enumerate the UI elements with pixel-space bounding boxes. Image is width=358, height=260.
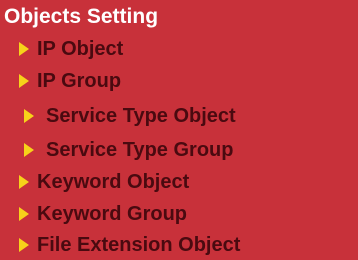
objects-setting-panel: Objects Setting IP Object IP Group Servi… <box>0 0 358 260</box>
right-arrow-icon <box>19 207 29 221</box>
menu-item-service-type-object[interactable]: Service Type Object <box>24 101 236 131</box>
right-arrow-icon <box>24 109 34 123</box>
menu-item-label: Keyword Object <box>37 171 190 193</box>
menu-item-keyword-group[interactable]: Keyword Group <box>19 199 187 229</box>
menu-item-label: Service Type Object <box>46 105 236 127</box>
right-arrow-icon <box>24 143 34 157</box>
menu-item-service-type-group[interactable]: Service Type Group <box>24 135 233 165</box>
panel-title: Objects Setting <box>4 5 159 28</box>
menu-item-keyword-object[interactable]: Keyword Object <box>19 167 189 197</box>
right-arrow-icon <box>19 238 29 252</box>
menu-item-label: Keyword Group <box>37 203 188 225</box>
right-arrow-icon <box>19 42 29 56</box>
menu-item-label: Service Type Group <box>46 139 234 161</box>
menu-item-ip-object[interactable]: IP Object <box>19 34 123 64</box>
menu-item-ip-group[interactable]: IP Group <box>19 66 121 96</box>
menu-item-label: IP Group <box>37 70 122 92</box>
right-arrow-icon <box>19 175 29 189</box>
menu-item-label: IP Object <box>37 38 124 60</box>
right-arrow-icon <box>19 74 29 88</box>
menu-item-label: File Extension Object <box>37 234 241 256</box>
menu-item-file-extension-object[interactable]: File Extension Object <box>19 230 240 260</box>
